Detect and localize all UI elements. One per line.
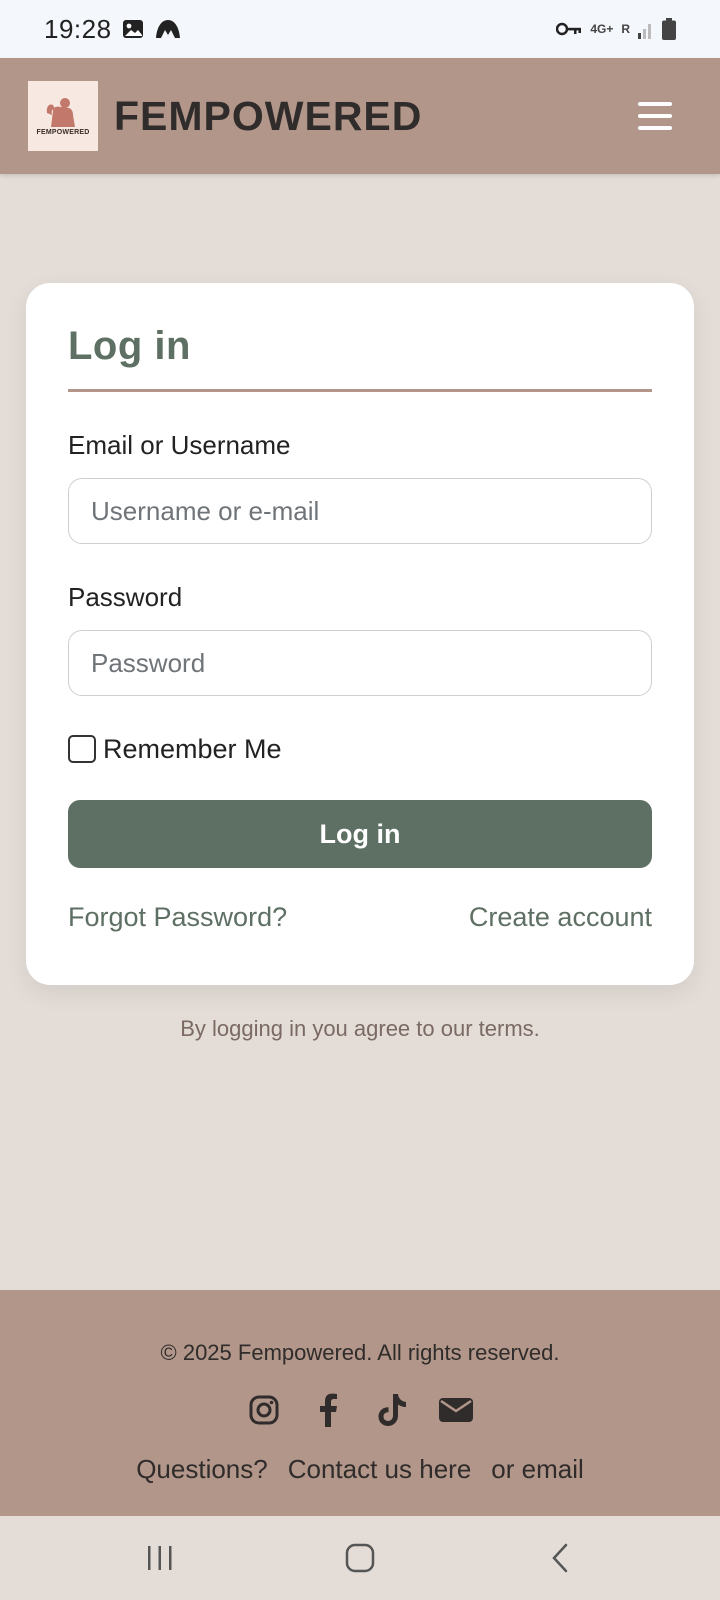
email-label: Email or Username xyxy=(68,430,291,460)
forgot-password-link[interactable]: Forgot Password? xyxy=(68,902,287,933)
copyright-text: © 2025 Fempowered. All rights reserved. xyxy=(160,1340,560,1365)
hamburger-line xyxy=(638,102,672,106)
instagram-icon[interactable] xyxy=(246,1392,282,1428)
status-bar: 19:28 4G+ R xyxy=(0,0,720,58)
recent-apps-icon[interactable] xyxy=(130,1528,190,1588)
login-links-row: Forgot Password? Create account xyxy=(68,902,652,933)
vpn-app-icon xyxy=(154,18,182,40)
create-account-link[interactable]: Create account xyxy=(469,902,652,933)
hamburger-line xyxy=(638,114,672,118)
email-field[interactable] xyxy=(68,478,652,544)
contact-row: Questions? Contact us here or email xyxy=(0,1454,720,1485)
login-card: Log in Email or Username Password Rememb… xyxy=(26,283,694,985)
site-logo[interactable]: FEMPOWERED xyxy=(28,81,98,151)
login-button[interactable]: Log in xyxy=(68,800,652,868)
remember-me-checkbox[interactable] xyxy=(68,735,96,763)
status-bar-right: 4G+ R xyxy=(556,18,676,40)
or-email-text: or email xyxy=(491,1454,584,1484)
key-icon xyxy=(556,21,582,37)
status-time: 19:28 xyxy=(44,13,112,44)
logo-text: FEMPOWERED xyxy=(36,128,90,136)
site-footer: © 2025 Fempowered. All rights reserved. … xyxy=(0,1290,720,1516)
remember-me-row: Remember Me xyxy=(68,734,652,764)
system-nav-bar xyxy=(0,1516,720,1600)
site-header: FEMPOWERED FEMPOWERED xyxy=(0,58,720,174)
title-divider xyxy=(68,389,652,392)
status-bar-left: 19:28 xyxy=(44,14,182,45)
logo-figure-icon xyxy=(46,97,75,127)
questions-text: Questions? xyxy=(136,1454,268,1484)
hamburger-line xyxy=(638,126,672,130)
remember-me-label[interactable]: Remember Me xyxy=(103,734,282,765)
network-type-label: 4G+ xyxy=(590,22,614,36)
email-icon[interactable] xyxy=(438,1392,474,1428)
brand-name[interactable]: FEMPOWERED xyxy=(114,93,422,140)
password-label: Password xyxy=(68,582,183,612)
social-links xyxy=(0,1392,720,1428)
battery-icon xyxy=(662,18,676,40)
facebook-icon[interactable] xyxy=(310,1392,346,1428)
signal-icon xyxy=(638,19,654,39)
home-icon[interactable] xyxy=(330,1528,390,1588)
back-icon[interactable] xyxy=(530,1528,590,1588)
tiktok-icon[interactable] xyxy=(374,1392,410,1428)
contact-link[interactable]: Contact us here xyxy=(288,1454,472,1485)
hamburger-icon[interactable] xyxy=(638,102,672,130)
terms-notice: By logging in you agree to our terms. xyxy=(180,1016,540,1041)
password-field[interactable] xyxy=(68,630,652,696)
roaming-label: R xyxy=(621,22,630,36)
gallery-icon xyxy=(122,18,144,40)
login-title: Log in xyxy=(68,324,191,368)
